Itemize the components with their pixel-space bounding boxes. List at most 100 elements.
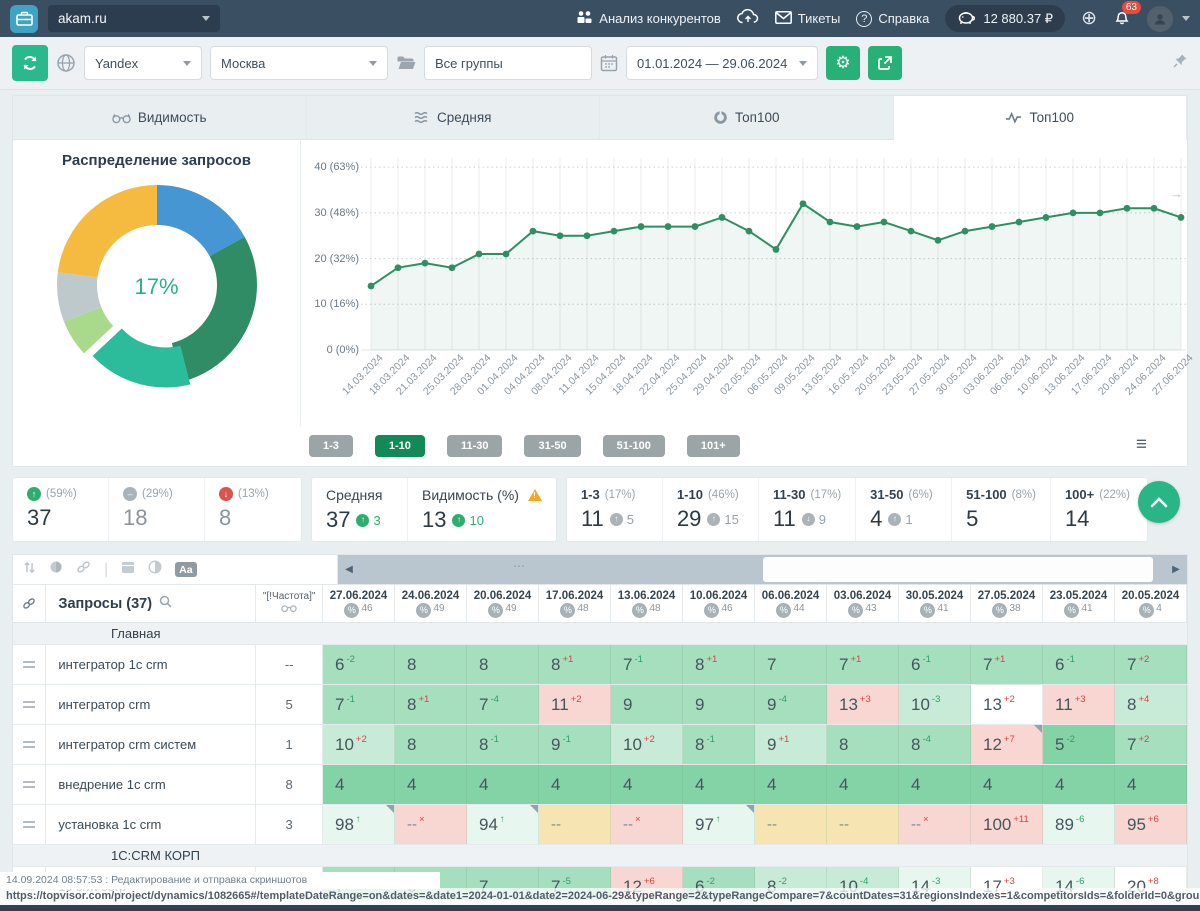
data-point[interactable] xyxy=(1178,214,1185,221)
link-icon[interactable] xyxy=(76,560,91,579)
sort-icon[interactable] xyxy=(23,561,36,579)
position-cell[interactable]: -- xyxy=(539,805,611,844)
export-button[interactable] xyxy=(868,46,902,80)
data-point[interactable] xyxy=(962,228,969,235)
date-column-header[interactable]: 20.05.2024 %4 xyxy=(1115,585,1187,622)
tab-топ100-chart[interactable]: Топ100 xyxy=(894,96,1188,140)
user-menu[interactable] xyxy=(1147,6,1190,32)
queries-column-header[interactable]: Запросы (37) xyxy=(46,585,256,622)
position-cell[interactable]: 4 xyxy=(467,765,539,804)
position-cell[interactable]: 7+2 xyxy=(1115,645,1187,684)
tab-топ100[interactable]: Топ100 xyxy=(600,96,894,140)
data-point[interactable] xyxy=(1151,205,1158,212)
metric-section[interactable]: Средняя 37↑3 xyxy=(312,478,408,541)
position-cell[interactable]: 8 xyxy=(395,725,467,764)
date-column-header[interactable]: 13.06.2024 %48 xyxy=(611,585,683,622)
data-point[interactable] xyxy=(800,200,807,207)
calendar-icon[interactable] xyxy=(600,54,618,72)
date-column-header[interactable]: 03.06.2024 %43 xyxy=(827,585,899,622)
query-name-cell[interactable]: установка 1с crm xyxy=(46,805,256,844)
position-cell[interactable]: 98↑ xyxy=(323,805,395,844)
position-cell[interactable]: 4 xyxy=(395,765,467,804)
data-point[interactable] xyxy=(395,264,402,271)
position-cell[interactable]: 6-1 xyxy=(1043,645,1115,684)
position-cell[interactable]: 100+11 xyxy=(971,805,1043,844)
position-cell[interactable]: 8-4 xyxy=(899,725,971,764)
link-column-header[interactable] xyxy=(13,585,46,622)
position-cell[interactable]: 4 xyxy=(683,765,755,804)
data-point[interactable] xyxy=(368,283,375,290)
range-chip-11-30[interactable]: 11-30 xyxy=(447,435,503,457)
app-logo-briefcase-icon[interactable] xyxy=(10,5,38,33)
position-cell[interactable]: 4 xyxy=(611,765,683,804)
frequency-column-header[interactable]: "[!Частота]" xyxy=(256,585,323,622)
pin-icon[interactable] xyxy=(1173,53,1188,73)
range-card-11-30[interactable]: 11-30(17%) 11↓9 xyxy=(759,478,856,541)
help-link[interactable]: ? Справка xyxy=(856,11,929,27)
data-point[interactable] xyxy=(1043,214,1050,221)
folder-icon[interactable] xyxy=(396,55,416,71)
range-chip-1-10[interactable]: 1-10 xyxy=(375,435,425,457)
position-cell[interactable]: 4 xyxy=(1043,765,1115,804)
data-point[interactable] xyxy=(935,237,942,244)
position-cell[interactable]: -- xyxy=(827,805,899,844)
position-cell[interactable]: 7+1 xyxy=(971,645,1043,684)
target-icon[interactable] xyxy=(49,560,63,579)
cloud-sync-button[interactable] xyxy=(737,9,759,28)
date-column-header[interactable]: 27.06.2024 %46 xyxy=(323,585,395,622)
group-row[interactable]: 1С:CRM КОРП xyxy=(13,845,1187,867)
region-select[interactable]: Москва xyxy=(210,46,388,80)
position-cell[interactable]: 8-1 xyxy=(467,725,539,764)
position-cell[interactable]: 7-1 xyxy=(323,685,395,724)
position-cell[interactable]: 11+3 xyxy=(1043,685,1115,724)
date-column-header[interactable]: 20.06.2024 %49 xyxy=(467,585,539,622)
position-cell[interactable]: 4 xyxy=(899,765,971,804)
tickets-link[interactable]: Тикеты xyxy=(775,11,841,27)
contrast-icon[interactable] xyxy=(148,560,162,579)
data-point[interactable] xyxy=(665,223,672,230)
position-cell[interactable]: 9 xyxy=(683,685,755,724)
position-cell[interactable]: 94↑ xyxy=(467,805,539,844)
tab-видимость[interactable]: Видимость xyxy=(13,96,307,140)
position-cell[interactable]: 7-1 xyxy=(611,645,683,684)
settings-button[interactable]: ⚙ xyxy=(826,46,860,80)
data-point[interactable] xyxy=(476,251,483,258)
position-cell[interactable]: --× xyxy=(899,805,971,844)
query-name-cell[interactable]: интегратор crm xyxy=(46,685,256,724)
range-chip-101+[interactable]: 101+ xyxy=(687,435,740,457)
data-point[interactable] xyxy=(827,219,834,226)
data-point[interactable] xyxy=(449,264,456,271)
data-point[interactable] xyxy=(881,219,888,226)
data-point[interactable] xyxy=(530,228,537,235)
table-view-icon[interactable] xyxy=(121,561,135,579)
position-cell[interactable]: 8 xyxy=(467,645,539,684)
notifications-button[interactable]: 63 xyxy=(1113,8,1131,29)
data-point[interactable] xyxy=(719,214,726,221)
position-cell[interactable]: 97↑ xyxy=(683,805,755,844)
range-chip-51-100[interactable]: 51-100 xyxy=(603,435,665,457)
scroll-left-icon[interactable]: ◀ xyxy=(338,564,360,575)
position-cell[interactable]: 10+2 xyxy=(323,725,395,764)
date-range-select[interactable]: 01.01.2024 — 29.06.2024 xyxy=(626,46,818,80)
data-point[interactable] xyxy=(1016,219,1023,226)
data-point[interactable] xyxy=(422,260,429,267)
position-cell[interactable]: 4 xyxy=(971,765,1043,804)
date-column-header[interactable]: 30.05.2024 %41 xyxy=(899,585,971,622)
top100-line-chart[interactable] xyxy=(361,150,1191,355)
position-cell[interactable]: 8 xyxy=(395,645,467,684)
data-point[interactable] xyxy=(1097,209,1104,216)
add-button[interactable]: ⊕ xyxy=(1081,7,1097,30)
drag-handle[interactable] xyxy=(13,645,46,684)
position-cell[interactable]: 4 xyxy=(755,765,827,804)
position-cell[interactable]: 7+1 xyxy=(827,645,899,684)
position-cell[interactable]: 7 xyxy=(755,645,827,684)
data-point[interactable] xyxy=(773,246,780,253)
scroll-top-button[interactable] xyxy=(1138,481,1180,523)
data-point[interactable] xyxy=(503,251,510,258)
data-point[interactable] xyxy=(746,228,753,235)
data-point[interactable] xyxy=(584,232,591,239)
date-column-header[interactable]: 23.05.2024 %41 xyxy=(1043,585,1115,622)
date-column-header[interactable]: 27.05.2024 %38 xyxy=(971,585,1043,622)
position-cell[interactable]: 8+1 xyxy=(683,645,755,684)
position-cell[interactable]: 7+2 xyxy=(1115,725,1187,764)
